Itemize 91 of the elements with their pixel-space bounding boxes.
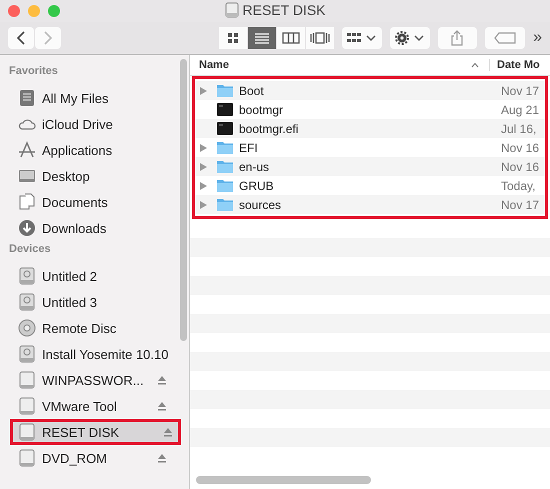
disc-icon <box>18 319 36 337</box>
column-header[interactable]: Date Mo <box>490 59 540 71</box>
tag-button[interactable] <box>485 27 526 49</box>
file-stack-icon <box>18 89 36 107</box>
sidebar-item[interactable]: Documents <box>0 189 175 215</box>
close-button[interactable] <box>8 5 20 17</box>
file-row[interactable]: sources Nov 17 <box>195 195 545 214</box>
date-modified: Aug 21 <box>501 102 540 116</box>
chevron-left-icon <box>16 31 26 45</box>
disclosure-triangle-icon[interactable] <box>200 200 206 208</box>
file-name[interactable]: bootmgr <box>239 102 495 116</box>
chevron-right-icon <box>43 31 53 45</box>
arrange-grid-icon <box>346 32 377 44</box>
list-icon <box>254 32 270 44</box>
drive-icon <box>18 371 36 389</box>
drive-icon <box>18 449 36 467</box>
sidebar-item[interactable]: Untitled 3 <box>0 289 175 315</box>
tag-icon <box>494 32 516 44</box>
file-row[interactable]: Boot Nov 17 <box>195 81 545 100</box>
sidebar-item[interactable]: RESET DISK <box>10 419 181 445</box>
file-name[interactable]: en-us <box>239 160 495 174</box>
disclosure-triangle-icon[interactable] <box>200 86 206 94</box>
file-row[interactable]: en-us Nov 16 <box>195 157 545 176</box>
date-modified: Nov 16 <box>501 160 540 174</box>
applications-icon <box>18 141 36 159</box>
scrollbar-thumb[interactable] <box>180 59 187 341</box>
terminal-executable-icon <box>217 122 233 135</box>
arrange-button[interactable] <box>342 27 382 49</box>
disclosure-triangle-icon[interactable] <box>200 182 206 190</box>
date-modified: Jul 16, <box>501 122 538 136</box>
sidebar-item[interactable]: Install Yosemite 10.10 <box>0 341 175 367</box>
gear-icon <box>394 31 425 45</box>
section-heading: Devices <box>8 243 52 257</box>
folder-icon <box>217 141 233 154</box>
date-modified: Today, <box>501 178 536 192</box>
file-row[interactable]: EFI Nov 16 <box>195 138 545 157</box>
zoom-button[interactable] <box>48 5 60 17</box>
terminal-executable-icon <box>217 103 233 116</box>
sidebar-item[interactable]: Downloads <box>0 215 175 241</box>
drive-icon <box>18 423 36 441</box>
folder-icon <box>217 84 233 97</box>
file-row[interactable]: GRUB Today, <box>195 176 545 195</box>
cover-flow-icon <box>310 32 330 44</box>
window-title: RESET DISK <box>242 2 326 18</box>
share-icon <box>451 30 464 46</box>
download-icon <box>18 219 36 237</box>
date-modified: Nov 16 <box>501 140 540 154</box>
sidebar-item[interactable]: Desktop <box>0 163 175 189</box>
folder-icon <box>217 198 233 211</box>
file-name[interactable]: GRUB <box>239 178 495 192</box>
grid-icon <box>227 32 239 44</box>
sidebar-item[interactable]: Remote Disc <box>0 315 175 341</box>
view-mode-button[interactable] <box>277 27 305 49</box>
scrollbar-thumb[interactable] <box>196 476 371 484</box>
view-mode-button[interactable] <box>219 27 247 49</box>
toolbar-overflow-button[interactable]: » <box>533 29 542 47</box>
sidebar-item[interactable]: DVD_ROM <box>0 445 175 471</box>
file-row[interactable]: bootmgr Aug 21 <box>195 100 545 119</box>
eject-icon[interactable] <box>157 453 167 463</box>
desktop-icon <box>18 167 36 185</box>
sort-caret-icon <box>471 62 479 68</box>
sidebar-item[interactable]: VMware Tool <box>0 393 175 419</box>
disclosure-triangle-icon[interactable] <box>200 162 206 170</box>
folder-icon <box>217 179 233 192</box>
disclosure-triangle-icon[interactable] <box>200 144 206 152</box>
sidebar-item[interactable]: All My Files <box>0 85 175 111</box>
drive-icon <box>18 397 36 415</box>
file-name[interactable]: bootmgr.efi <box>239 122 495 136</box>
share-button[interactable] <box>438 27 478 49</box>
documents-icon <box>18 193 36 211</box>
file-row[interactable]: bootmgr.efi Jul 16, <box>195 119 545 138</box>
eject-icon[interactable] <box>157 401 167 411</box>
back-button[interactable] <box>8 27 34 49</box>
eject-icon[interactable] <box>163 427 173 437</box>
column-header[interactable]: Name <box>190 59 490 71</box>
view-mode-button[interactable] <box>248 27 276 49</box>
eject-icon[interactable] <box>157 375 167 385</box>
section-heading: Favorites <box>8 65 59 79</box>
folder-icon <box>217 160 233 173</box>
sidebar-item[interactable]: WINPASSWOR... <box>0 367 175 393</box>
file-name[interactable]: Boot <box>239 84 495 98</box>
action-button[interactable] <box>390 27 430 49</box>
file-name[interactable]: sources <box>239 198 495 212</box>
date-modified: Nov 17 <box>501 198 540 212</box>
view-mode-button[interactable] <box>306 27 334 49</box>
sidebar-item[interactable]: Untitled 2 <box>0 263 175 289</box>
columns-icon <box>282 32 300 44</box>
sidebar-item[interactable]: iCloud Drive <box>0 111 175 137</box>
sidebar-item[interactable]: Applications <box>0 137 175 163</box>
file-name[interactable]: EFI <box>239 140 495 154</box>
date-modified: Nov 17 <box>501 84 540 98</box>
